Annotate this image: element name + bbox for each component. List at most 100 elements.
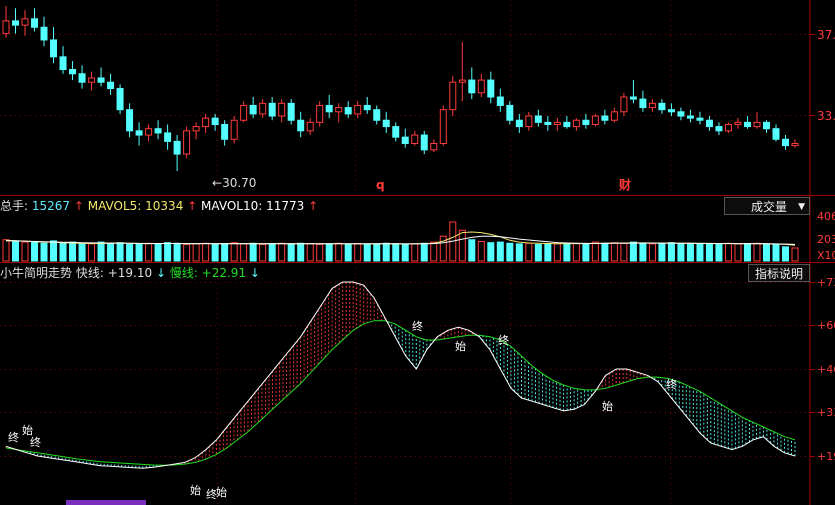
signal-end-1: 终 <box>8 431 19 444</box>
volume-bar <box>667 242 675 262</box>
candle-body <box>164 132 172 142</box>
mavol10-value: 11773 <box>266 199 305 213</box>
signal-end-6: 终 <box>666 378 677 391</box>
indicator-help-button[interactable]: 指标说明 <box>748 264 810 282</box>
indicator-axis-label-73: +73 <box>817 276 835 289</box>
volume-bar <box>534 243 542 262</box>
volume-bar <box>544 243 552 262</box>
candle-body <box>78 73 86 83</box>
slow-line-value: +22.91 <box>201 266 247 280</box>
volume-bar <box>107 242 115 262</box>
volume-bar <box>40 242 48 262</box>
low-price-value: 30.70 <box>222 176 257 190</box>
candle-body <box>40 26 48 41</box>
volume-bar <box>259 243 267 262</box>
volume-bar <box>525 242 533 262</box>
volume-indicator-dropdown[interactable]: 成交量 ▼ <box>724 197 810 215</box>
volume-bar <box>116 242 124 262</box>
volume-bar <box>582 243 590 262</box>
candle-body <box>439 109 447 144</box>
volume-bar <box>563 242 571 262</box>
candle-body <box>97 77 105 83</box>
candle-body <box>734 121 742 125</box>
candle-body <box>572 119 580 128</box>
candle-body <box>363 104 371 111</box>
volume-bar <box>411 243 419 262</box>
event-tag-finance[interactable]: 财 <box>619 178 631 192</box>
volume-bar <box>468 239 476 262</box>
volume-bar <box>230 242 238 262</box>
candle-body <box>781 138 789 147</box>
event-tag-q[interactable]: q <box>376 178 385 192</box>
volume-bar <box>192 243 200 262</box>
low-price-marker: ←30.70 <box>212 176 257 190</box>
candle-body <box>107 81 115 90</box>
up-arrow-icon: ↑ <box>70 199 88 213</box>
volume-bar <box>477 240 485 262</box>
volume-bar <box>791 247 799 262</box>
candle-body <box>183 130 191 155</box>
candle-body <box>677 111 685 117</box>
candle-body <box>382 119 390 128</box>
candle-body <box>268 102 276 117</box>
volume-bar <box>297 242 305 262</box>
volume-bar <box>705 243 713 262</box>
candle-body <box>658 102 666 111</box>
volume-bar <box>325 243 333 262</box>
volume-bar <box>648 243 656 262</box>
volume-total-value: 15267 <box>31 199 71 213</box>
volume-bar <box>762 243 770 262</box>
volume-bar <box>753 242 761 262</box>
candle-body <box>743 121 751 128</box>
candle-body <box>477 79 485 94</box>
candle-body <box>259 102 267 115</box>
volume-bar <box>126 243 134 262</box>
up-arrow-icon: ↑ <box>304 199 319 213</box>
candle-body <box>715 126 723 132</box>
mavol10-line <box>6 235 796 245</box>
volume-bar <box>420 242 428 262</box>
plot-layer <box>2 6 799 469</box>
candle-body <box>629 96 637 100</box>
signal-start-5: 始 <box>602 400 613 413</box>
candle-body <box>753 121 761 128</box>
volume-bar <box>363 243 371 262</box>
indicator-axis-label-46: +46 <box>817 363 835 376</box>
candle-body <box>696 117 704 121</box>
volume-bar <box>31 240 39 262</box>
candle-body <box>392 126 400 138</box>
candle-body <box>173 140 181 155</box>
signal-start-3: 始 <box>216 486 227 499</box>
volume-bar <box>135 243 143 262</box>
candle-body <box>458 79 466 83</box>
volume-bar <box>487 242 495 262</box>
candle-body <box>667 109 675 113</box>
volume-bar <box>686 242 694 262</box>
candle-body <box>791 143 799 147</box>
candle-body <box>373 109 381 121</box>
slow-line <box>5 320 796 466</box>
candle-body <box>705 119 713 128</box>
candle-body <box>496 96 504 106</box>
volume-bar <box>677 243 685 262</box>
indicator-axis-label-33: +33 <box>817 406 835 419</box>
candle-body <box>515 119 523 128</box>
candle-body <box>449 81 457 111</box>
volume-bar <box>601 242 609 262</box>
volume-bar <box>392 243 400 262</box>
candle-body <box>69 69 77 75</box>
volume-bar <box>401 243 409 262</box>
volume-bar <box>278 242 286 262</box>
candle-body <box>534 115 542 123</box>
indicator-header: 小牛简明走势 快线: +19.10 ↓ 慢线: +22.91 ↓ <box>0 266 260 280</box>
candle-body <box>230 119 238 140</box>
candle-body <box>221 123 229 140</box>
candle-body <box>21 18 29 26</box>
volume-dropdown-label: 成交量 <box>751 200 788 214</box>
volume-bar <box>69 241 77 262</box>
volume-bar <box>2 239 10 262</box>
candle-body <box>354 104 362 115</box>
signal-end-2: 终 <box>30 436 41 449</box>
volume-bar <box>572 242 580 262</box>
volume-bar <box>515 243 523 262</box>
